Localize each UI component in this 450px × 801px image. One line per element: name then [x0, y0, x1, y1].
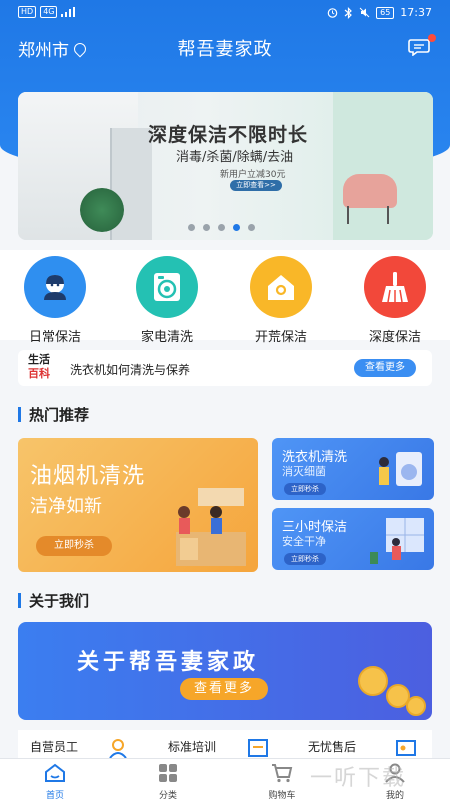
- home-icon: [45, 763, 65, 782]
- hot-section-header: 热门推荐: [18, 404, 89, 425]
- features-strip: 自营员工 标准培训 无忧售后: [18, 730, 432, 760]
- category-label: 深度保洁: [368, 330, 421, 345]
- about-more-button[interactable]: 查看更多: [180, 678, 268, 700]
- banner-view-button[interactable]: 立即查看>>: [230, 180, 282, 191]
- tab-label: 购物车: [268, 791, 296, 801]
- status-time: 17:37: [400, 6, 432, 19]
- life-encyclopedia-logo: 生活 百科: [28, 353, 60, 381]
- tab-label: 首页: [45, 791, 64, 801]
- category-icon-bg: [364, 256, 426, 318]
- category-label: 日常保洁: [28, 330, 81, 345]
- tab-cart[interactable]: 购物车: [252, 763, 312, 801]
- banner-chair-legs: [347, 206, 389, 224]
- category-grid: 日常保洁 家电清洗 开荒保洁 深度保洁: [0, 250, 450, 345]
- flash-sale-button[interactable]: 立即秒杀: [284, 553, 326, 565]
- hd-badge: HD: [18, 6, 37, 18]
- section-title: 热门推荐: [29, 406, 90, 424]
- tips-headline: 洗衣机如何清洗与保养: [70, 363, 191, 377]
- hot-card-range-hood[interactable]: 油烟机清洗 洁净如新 立即秒杀: [18, 438, 258, 572]
- battery-indicator: 65: [376, 6, 395, 19]
- top-bar: 郑州市 帮吾妻家政: [0, 30, 450, 64]
- banner-chair-image: [343, 174, 397, 208]
- banner-dot[interactable]: [248, 224, 255, 231]
- category-label: 开荒保洁: [254, 330, 307, 345]
- staff-icon: [109, 739, 127, 758]
- hot-card-subtitle: 洁净如新: [30, 496, 102, 517]
- feature-standard-training: 标准培训: [168, 740, 217, 754]
- hot-card-washer[interactable]: 洗衣机清洗 消灭细菌 立即秒杀: [272, 438, 434, 500]
- banner-dot[interactable]: [218, 224, 225, 231]
- flash-sale-button[interactable]: 立即秒杀: [284, 483, 326, 495]
- tab-home[interactable]: 首页: [25, 763, 85, 801]
- category-appliance-cleaning[interactable]: 家电清洗: [112, 256, 222, 345]
- kitchen-illustration: [176, 488, 246, 566]
- category-deep-cleaning[interactable]: 深度保洁: [340, 256, 450, 345]
- coin-illustration: [358, 666, 388, 696]
- banner-plant-image: [80, 188, 124, 232]
- logo-top-text: 生活: [28, 353, 50, 366]
- banner-dot[interactable]: [188, 224, 195, 231]
- broom-icon: [382, 272, 408, 303]
- category-icon-bg: [24, 256, 86, 318]
- promo-banner[interactable]: 深度保洁不限时长 消毒/杀菌/除螨/去油 新用户立减30元 立即查看>>: [18, 92, 433, 240]
- signal-icon: [61, 7, 76, 17]
- banner-dot-active[interactable]: [233, 224, 240, 231]
- category-icon-bg: [136, 256, 198, 318]
- category-daily-cleaning[interactable]: 日常保洁: [0, 256, 110, 345]
- house-icon: [268, 275, 294, 300]
- washer-illustration: [379, 452, 422, 486]
- hot-card-subtitle: 安全干净: [282, 535, 326, 548]
- hot-card-three-hour[interactable]: 三小时保洁 安全干净 立即秒杀: [272, 508, 434, 570]
- hot-card-title: 油烟机清洗: [30, 464, 146, 489]
- about-section-header: 关于我们: [18, 590, 89, 611]
- status-bar: HD 4G 65 17:37: [0, 0, 450, 26]
- id-card-icon: [396, 740, 416, 756]
- section-accent-bar: [18, 593, 21, 608]
- tab-label: 分类: [158, 791, 177, 801]
- message-badge-dot: [428, 34, 436, 42]
- mute-icon: [359, 7, 370, 18]
- banner-promo-text: 新用户立减30元: [220, 170, 286, 180]
- feature-after-sales: 无忧售后: [308, 740, 357, 754]
- tab-category[interactable]: 分类: [138, 763, 198, 801]
- category-new-home-cleaning[interactable]: 开荒保洁: [226, 256, 336, 345]
- grid-icon: [159, 764, 177, 782]
- about-title: 关于帮吾妻家政: [76, 650, 259, 675]
- network-badge: 4G: [40, 6, 58, 18]
- section-title: 关于我们: [29, 592, 90, 610]
- about-banner[interactable]: 关于帮吾妻家政 查看更多: [18, 622, 432, 720]
- washing-machine-icon: [154, 273, 180, 301]
- life-tips-bar[interactable]: 生活 百科 洗衣机如何清洗与保养 查看更多: [18, 350, 432, 386]
- flash-sale-button[interactable]: 立即秒杀: [36, 536, 112, 556]
- banner-dot[interactable]: [203, 224, 210, 231]
- section-accent-bar: [18, 407, 21, 422]
- coin-illustration: [406, 696, 426, 716]
- category-label: 家电清洗: [140, 330, 193, 345]
- logo-bottom-text: 百科: [28, 367, 50, 380]
- watermark-text: 一听下载: [310, 766, 407, 791]
- cart-icon: [272, 764, 293, 783]
- tips-more-button[interactable]: 查看更多: [354, 359, 416, 377]
- banner-subtitle: 消毒/杀菌/除螨/去油: [176, 150, 294, 165]
- message-icon[interactable]: [408, 38, 430, 56]
- window-cleaning-illustration: [370, 518, 424, 564]
- banner-pagination: [188, 224, 255, 231]
- certificate-icon: [248, 739, 268, 757]
- hot-card-subtitle: 消灭细菌: [282, 465, 326, 478]
- feature-self-operated: 自营员工: [30, 740, 79, 754]
- banner-headline: 深度保洁不限时长: [148, 124, 309, 146]
- app-title: 帮吾妻家政: [177, 39, 273, 60]
- alarm-icon: [327, 8, 338, 18]
- bluetooth-icon: [344, 6, 352, 19]
- cleaner-person-icon: [44, 275, 66, 300]
- category-icon-bg: [250, 256, 312, 318]
